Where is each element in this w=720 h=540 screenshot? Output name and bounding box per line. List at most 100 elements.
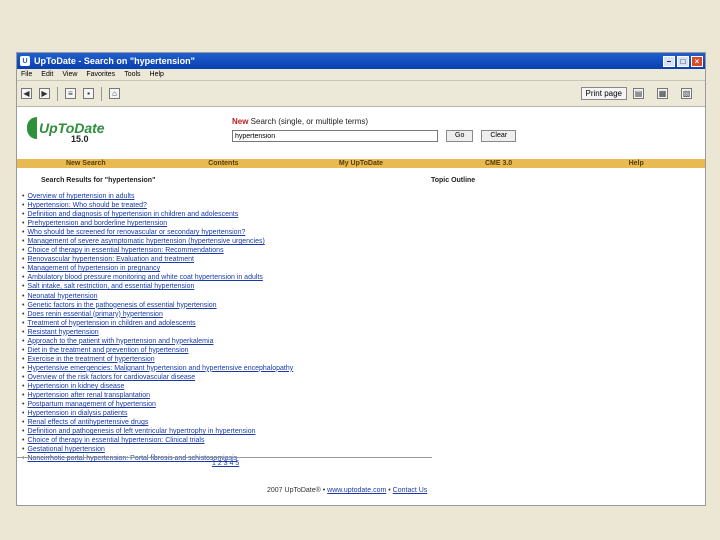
print-page-button[interactable]: Print page	[580, 87, 627, 100]
result-label: Hypertension: Who should be treated?	[27, 202, 147, 210]
export-icon[interactable]: ▧	[681, 88, 692, 99]
menu-file[interactable]: File	[21, 71, 32, 78]
bullet-icon: •	[22, 392, 25, 400]
nav-my-uptodate[interactable]: My UpToDate	[292, 160, 430, 167]
document-icon[interactable]: ≡	[65, 88, 76, 99]
result-label: Resistant hypertension	[27, 328, 99, 336]
save-icon[interactable]: ▪	[83, 88, 94, 99]
result-link[interactable]: • Salt intake, salt restriction, and esse…	[22, 282, 705, 291]
result-link[interactable]: • Does renin essential (primary) hyperten…	[22, 310, 705, 319]
bullet-icon: •	[22, 428, 25, 436]
result-link[interactable]: • Definition and pathogenesis of left ven…	[22, 427, 705, 436]
result-link[interactable]: • Resistant hypertension	[22, 328, 705, 337]
toolbar-right: Print page ▤ ▦ ▧	[580, 87, 705, 100]
clear-button[interactable]: Clear	[481, 130, 517, 142]
nav-help[interactable]: Help	[567, 160, 705, 167]
result-link[interactable]: • Choice of therapy in essential hyperten…	[22, 436, 705, 445]
result-link[interactable]: • Hypertension in kidney disease	[22, 382, 705, 391]
uptodate-logo[interactable]: UpToDate 15.0	[27, 117, 105, 144]
go-button[interactable]: Go	[446, 130, 474, 142]
result-link[interactable]: • Overview of hypertension in adults	[22, 192, 705, 201]
back-icon[interactable]: ◀	[21, 88, 32, 99]
menu-tools[interactable]: Tools	[124, 71, 140, 78]
result-link[interactable]: • Genetic factors in the pathogenesis of …	[22, 301, 705, 310]
copyright: 2007 UpToDate® •	[267, 487, 328, 494]
result-link[interactable]: • Hypertensive emergencies: Malignant hyp…	[22, 364, 705, 373]
topic-outline-heading: Topic Outline	[431, 177, 476, 184]
result-link[interactable]: • Hypertension in dialysis patients	[22, 409, 705, 418]
app-icon: U	[20, 56, 30, 66]
maximize-icon[interactable]: □	[677, 55, 689, 67]
result-label: Treatment of hypertension in children an…	[27, 319, 196, 327]
result-label: Management of severe asymptomatic hypert…	[27, 238, 265, 246]
result-link[interactable]: • Renovascular hypertension: Evaluation a…	[22, 255, 705, 264]
result-label: Postpartum management of hypertension	[27, 401, 156, 409]
bullet-icon: •	[22, 247, 25, 255]
pagination[interactable]: 1 2 3 4 5	[212, 460, 239, 467]
window-controls: – □ ×	[663, 55, 705, 67]
minimize-icon[interactable]: –	[663, 55, 675, 67]
bullet-icon: •	[22, 310, 25, 318]
result-link[interactable]: • Ambulatory blood pressure monitoring an…	[22, 273, 705, 282]
result-link[interactable]: • Management of hypertension in pregnancy	[22, 264, 705, 273]
result-label: Hypertension in dialysis patients	[27, 410, 128, 418]
nav-cme[interactable]: CME 3.0	[430, 160, 568, 167]
results-header: Search Results for "hypertension" Topic …	[17, 177, 705, 184]
bullet-icon: •	[22, 328, 25, 336]
bullet-icon: •	[22, 274, 25, 282]
result-link[interactable]: • Exercise in the treatment of hypertensi…	[22, 355, 705, 364]
result-link[interactable]: • Management of severe asymptomatic hyper…	[22, 237, 705, 246]
print-icon[interactable]: ▤	[633, 88, 644, 99]
bullet-icon: •	[22, 346, 25, 354]
nav-new-search[interactable]: New Search	[17, 160, 155, 167]
result-link[interactable]: • Gestational hypertension	[22, 445, 705, 454]
result-link[interactable]: • Overview of the risk factors for cardio…	[22, 373, 705, 382]
menu-help[interactable]: Help	[150, 71, 164, 78]
menu-favorites[interactable]: Favorites	[86, 71, 115, 78]
result-link[interactable]: • Prehypertension and borderline hyperten…	[22, 219, 705, 228]
result-link[interactable]: • Choice of therapy in essential hyperten…	[22, 246, 705, 255]
result-link[interactable]: • Hypertension after renal transplantatio…	[22, 391, 705, 400]
result-label: Hypertensive emergencies: Malignant hype…	[27, 364, 294, 372]
result-label: Overview of the risk factors for cardiov…	[27, 373, 196, 381]
result-label: Hypertension in kidney disease	[27, 382, 125, 390]
result-link[interactable]: • Who should be screened for renovascular…	[22, 228, 705, 237]
result-link[interactable]: • Renal effects of antihypertensive drugs	[22, 418, 705, 427]
result-label: Definition and diagnosis of hypertension…	[27, 211, 239, 219]
result-link[interactable]: • Approach to the patient with hypertensi…	[22, 337, 705, 346]
bullet-icon: •	[22, 355, 25, 363]
search-input[interactable]	[232, 130, 438, 142]
page-header: UpToDate 15.0 New Search (single, or mul…	[17, 107, 705, 159]
result-link[interactable]: • Noncirrhotic portal hypertension: Porta…	[22, 454, 705, 463]
title-bar: U UpToDate - Search on "hypertension" – …	[17, 53, 705, 69]
bullet-icon: •	[22, 410, 25, 418]
bullet-icon: •	[22, 373, 25, 381]
bullet-icon: •	[22, 455, 25, 463]
result-label: Overview of hypertension in adults	[27, 193, 135, 200]
contact-link[interactable]: Contact Us	[393, 487, 428, 494]
menu-edit[interactable]: Edit	[41, 71, 53, 78]
result-label: Management of hypertension in pregnancy	[27, 265, 161, 273]
toolbar: ◀ ▶ ≡ ▪ ⌂ Print page ▤ ▦ ▧	[17, 81, 705, 107]
bullet-icon: •	[22, 301, 25, 309]
close-icon[interactable]: ×	[691, 55, 703, 67]
result-link[interactable]: • Postpartum management of hypertension	[22, 400, 705, 409]
result-link[interactable]: • Diet in the treatment and prevention of…	[22, 346, 705, 355]
result-link[interactable]: • Treatment of hypertension in children a…	[22, 319, 705, 328]
result-link[interactable]: • Neonatal hypertension	[22, 292, 705, 301]
site-link[interactable]: www.uptodate.com	[327, 487, 386, 494]
home-icon[interactable]: ⌂	[109, 88, 120, 99]
nav-bar: New Search Contents My UpToDate CME 3.0 …	[17, 159, 705, 168]
bullet-icon: •	[22, 211, 25, 219]
result-label: Choice of therapy in essential hypertens…	[27, 437, 205, 445]
forward-icon[interactable]: ▶	[39, 88, 50, 99]
bullet-icon: •	[22, 229, 25, 237]
result-link[interactable]: • Hypertension: Who should be treated?	[22, 201, 705, 210]
result-link[interactable]: • Definition and diagnosis of hypertensio…	[22, 210, 705, 219]
page-icon[interactable]: ▦	[657, 88, 668, 99]
nav-contents[interactable]: Contents	[155, 160, 293, 167]
bullet-icon: •	[22, 220, 25, 228]
menu-view[interactable]: View	[62, 71, 77, 78]
bullet-icon: •	[22, 382, 25, 390]
result-label: Salt intake, salt restriction, and essen…	[27, 283, 195, 291]
